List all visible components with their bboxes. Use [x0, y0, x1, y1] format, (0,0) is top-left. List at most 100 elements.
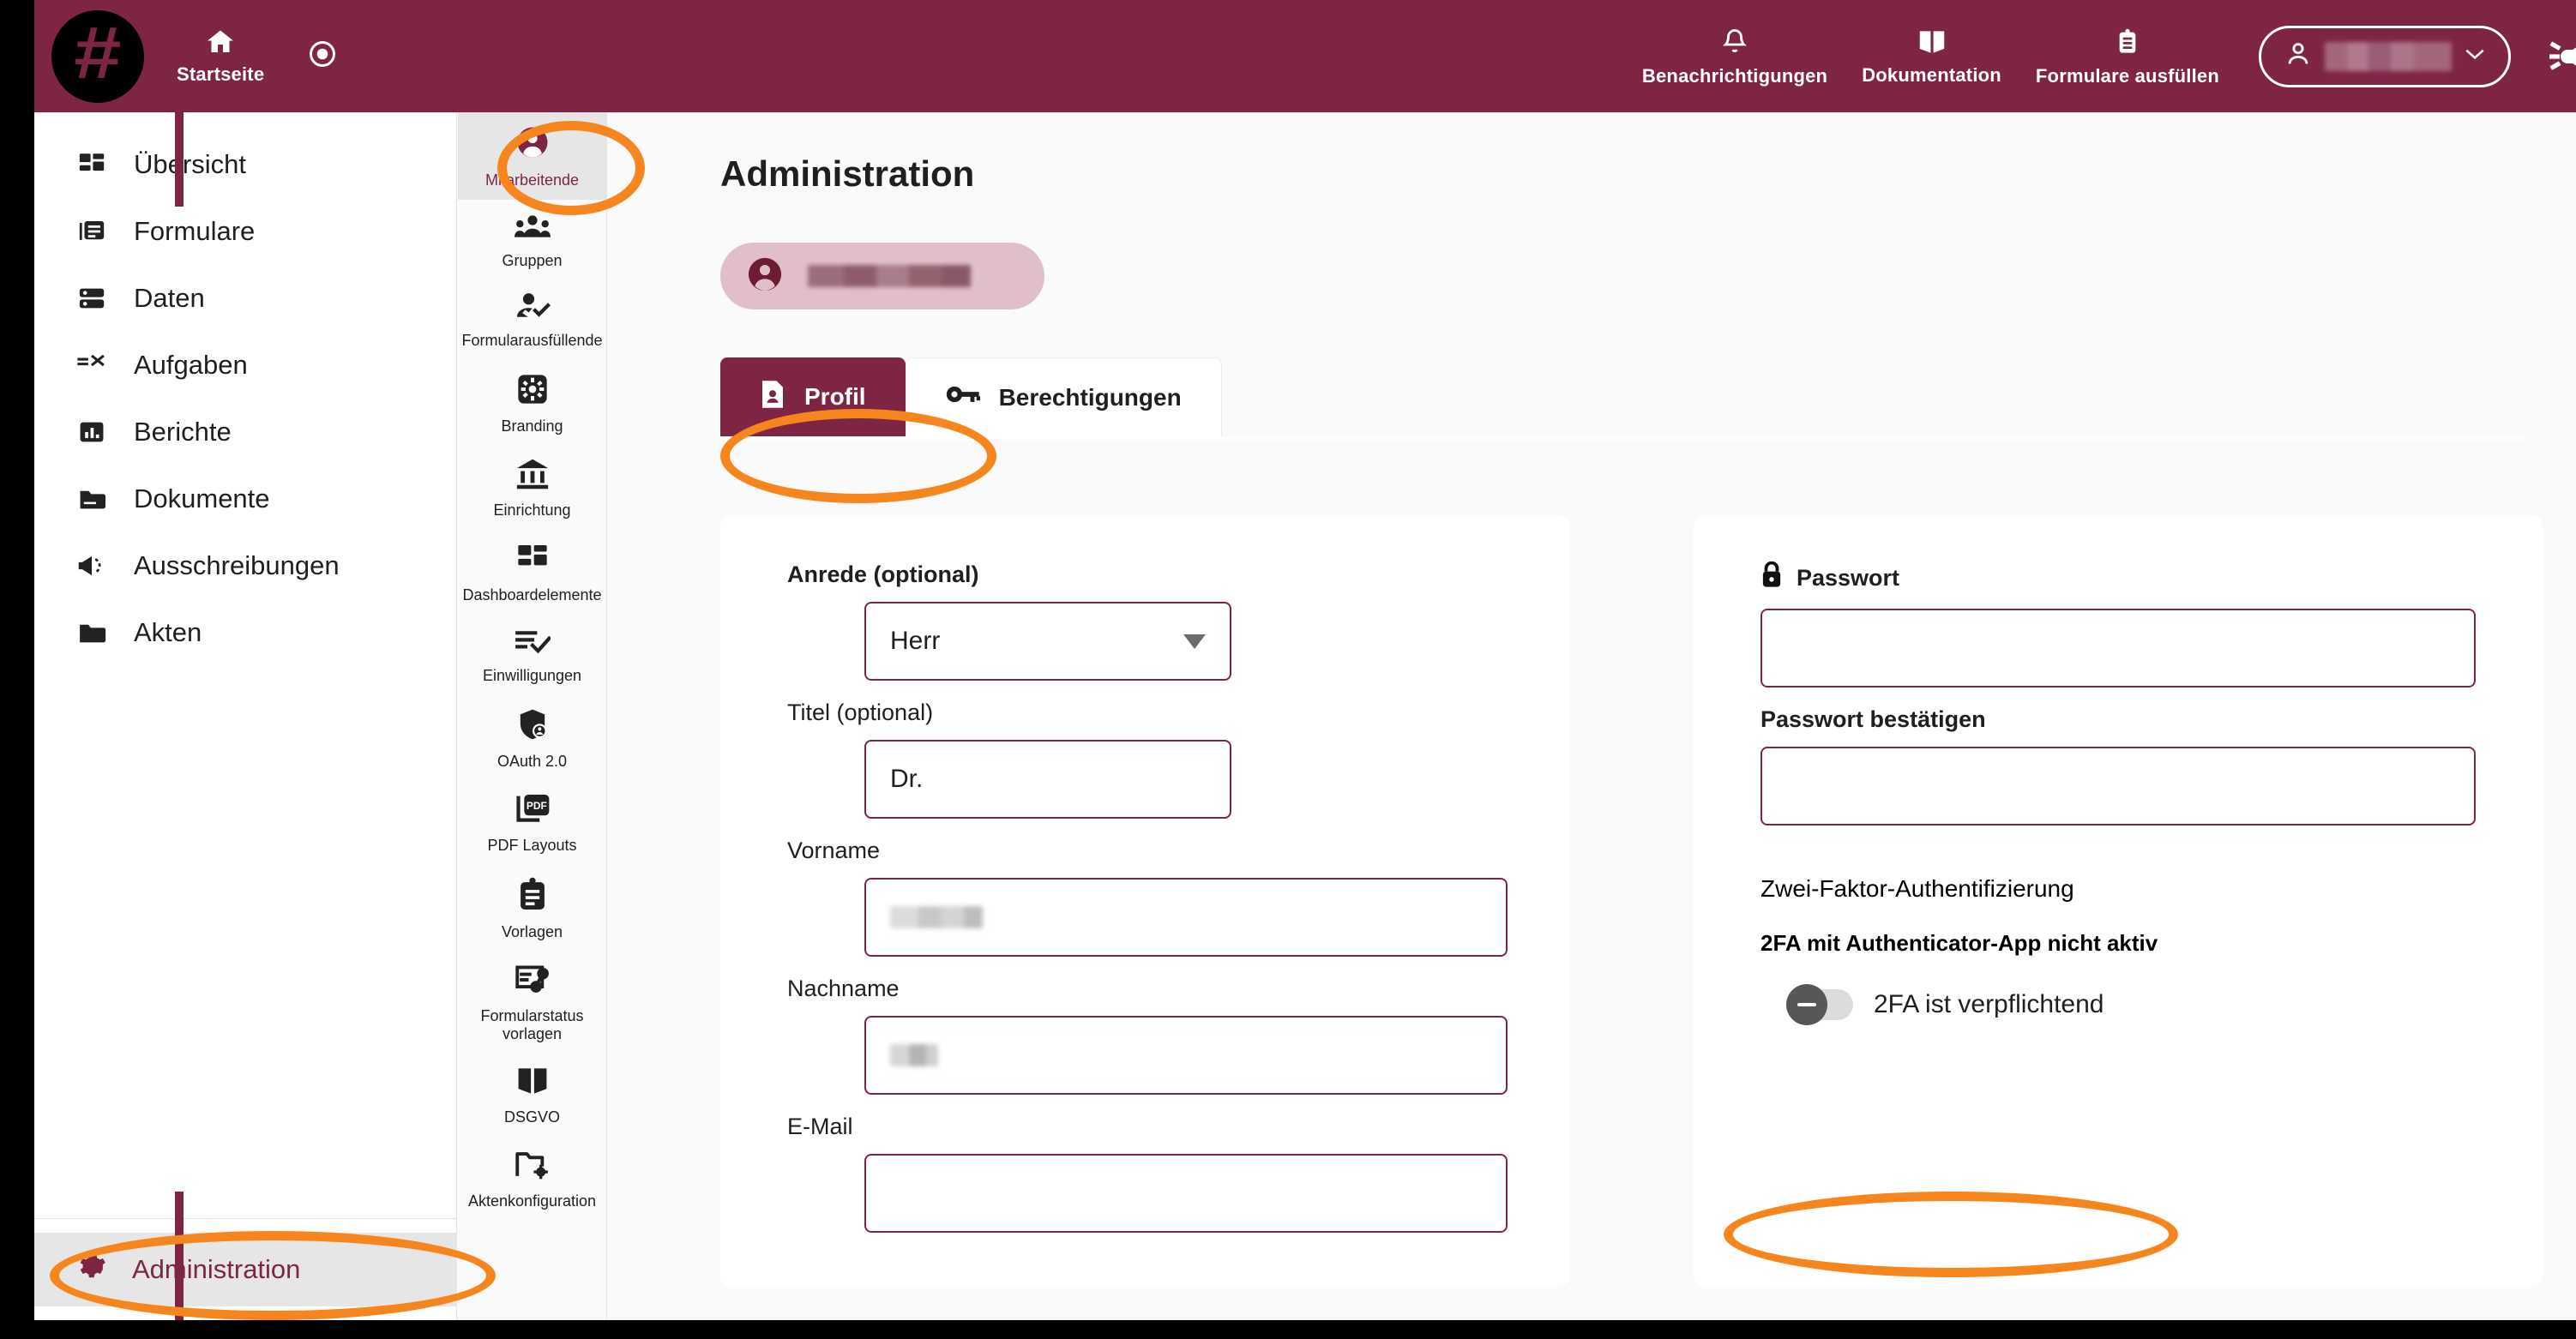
profile-card-icon [760, 379, 785, 416]
book-icon [1915, 26, 1949, 58]
sidebar-item-uebersicht[interactable]: Übersicht [34, 131, 456, 198]
subnav-item-label: Formularausfüllende [461, 332, 603, 350]
passwort-input[interactable] [1760, 609, 2476, 688]
sidebar-item-berichte[interactable]: Berichte [34, 399, 456, 465]
record-button[interactable] [281, 39, 364, 74]
home-icon [203, 27, 238, 57]
header-item-label: Dokumentation [1862, 64, 2001, 86]
subnav-item-formularstatus-vorlagen[interactable]: Formularstatus vorlagen [458, 952, 606, 1053]
selected-user-name-redacted [808, 265, 971, 287]
field-label-vorname: Vorname [787, 838, 881, 863]
twofa-status: 2FA mit Authenticator-App nicht aktiv [1760, 930, 2158, 956]
sidebar-item-label: Formulare [134, 216, 256, 246]
key-icon [946, 383, 980, 411]
passwort-bestaetigen-input[interactable] [1760, 747, 2476, 826]
field-label-titel: Titel (optional) [787, 700, 934, 725]
header-item-label: Startseite [177, 63, 265, 85]
sidebar-item-formulare[interactable]: Formulare [34, 198, 456, 265]
book-icon [515, 1065, 551, 1102]
user-check-icon [515, 291, 551, 325]
field-label-nachname: Nachname [787, 976, 900, 1001]
subnav-item-einrichtung[interactable]: Einrichtung [458, 446, 606, 530]
subnav-item-vorlagen[interactable]: Vorlagen [458, 864, 606, 952]
sidebar-item-label: Daten [134, 283, 205, 313]
subnav-item-einwilligungen[interactable]: Einwilligungen [458, 615, 606, 695]
folder-gear-icon [515, 1149, 551, 1186]
subnav-item-gruppen[interactable]: Gruppen [458, 200, 606, 280]
subnav-item-label: Dashboardelemente [462, 586, 602, 604]
subnav-item-aktenkonfiguration[interactable]: Aktenkonfiguration [458, 1137, 606, 1221]
header-item-formulare-ausfuellen[interactable]: Formulare ausfüllen [2019, 25, 2236, 87]
subnav-item-label: DSGVO [503, 1108, 560, 1126]
subnav-active-accent-bottom [175, 1192, 184, 1320]
sidebar-item-aufgaben[interactable]: Aufgaben [34, 332, 456, 399]
profile-tabs: Profil Berechtigungen [720, 357, 2576, 436]
subnav-item-mitarbeitende[interactable]: Mitarbeitende [458, 112, 606, 200]
subnav-active-accent-top [175, 112, 184, 207]
profile-cards-row: Anrede (optional) Herr Titel (optional) … [720, 515, 2576, 1287]
tab-profil[interactable]: Profil [720, 357, 906, 436]
chart-icon [75, 417, 108, 447]
folder-document-icon [75, 484, 108, 513]
sidebar-item-ausschreibungen[interactable]: Ausschreibungen [34, 532, 456, 599]
dashboard-icon [75, 150, 108, 179]
twofa-required-toggle[interactable] [1786, 984, 1853, 1025]
clipboard-list-icon [2114, 25, 2141, 59]
email-input[interactable] [864, 1154, 1508, 1233]
form-status-icon [515, 964, 551, 1000]
anrede-select[interactable]: Herr [864, 602, 1231, 681]
top-header: # Startseite Benachrichtigungen Dokument [34, 0, 2576, 112]
subnav-item-oauth[interactable]: OAuth 2.0 [458, 695, 606, 781]
people-group-icon [514, 212, 551, 245]
user-name-redacted [2325, 41, 2452, 71]
subnav-item-label: Einrichtung [493, 501, 571, 519]
application-window: # Startseite Benachrichtigungen Dokument [34, 0, 2576, 1320]
primary-sidebar: Übersicht Formulare Daten Aufgaben Beric… [34, 112, 457, 1320]
sidebar-item-dokumente[interactable]: Dokumente [34, 465, 456, 532]
selected-user-chip[interactable] [720, 243, 1044, 309]
sidebar-item-daten[interactable]: Daten [34, 265, 456, 332]
subnav-item-label: Formularstatus vorlagen [480, 1006, 584, 1042]
primary-sidebar-list: Übersicht Formulare Daten Aufgaben Beric… [34, 112, 456, 666]
subnav-item-pdf-layouts[interactable]: PDF PDF Layouts [458, 781, 606, 865]
twofa-required-label: 2FA ist verpflichtend [1874, 990, 2104, 1018]
subnav-item-branding[interactable]: Branding [458, 360, 606, 446]
subnav-item-label: Aktenkonfiguration [467, 1192, 597, 1210]
svg-text:PDF: PDF [526, 800, 546, 812]
megaphone-icon [2549, 38, 2576, 75]
tab-label: Berechtigungen [998, 383, 1182, 411]
subnav-item-label: Einwilligungen [482, 667, 582, 685]
main-content: Administration Profil Berechtigungen Anr… [608, 112, 2576, 1320]
header-item-startseite[interactable]: Startseite [159, 27, 281, 86]
announcement-button[interactable] [2511, 38, 2576, 75]
titel-value: Dr. [890, 765, 924, 793]
user-circle-icon [746, 255, 784, 297]
subnav-item-label: Branding [501, 417, 563, 435]
twofa-required-row[interactable]: 2FA ist verpflichtend [1786, 984, 2476, 1025]
header-item-label: Formulare ausfüllen [2035, 65, 2219, 87]
gear-icon [75, 1251, 106, 1288]
sidebar-item-administration[interactable]: Administration [34, 1233, 457, 1306]
app-logo[interactable]: # [51, 9, 144, 103]
twofa-title: Zwei-Faktor-Authentifizierung [1760, 875, 2074, 902]
vorname-input[interactable] [864, 878, 1508, 957]
subnav-item-dashboardelemente[interactable]: Dashboardelemente [458, 529, 606, 615]
user-circle-icon [515, 124, 551, 165]
titel-input[interactable]: Dr. [864, 740, 1231, 819]
field-label-anrede: Anrede (optional) [787, 561, 979, 587]
nachname-input[interactable] [864, 1016, 1508, 1095]
sidebar-item-label: Übersicht [134, 149, 246, 179]
subnav-item-label: Gruppen [502, 251, 563, 269]
user-menu-button[interactable] [2259, 25, 2511, 87]
sidebar-item-akten[interactable]: Akten [34, 599, 456, 666]
subnav-item-formularausfuellende[interactable]: Formularausfüllende [458, 279, 606, 360]
user-icon [2284, 38, 2313, 75]
header-item-benachrichtigungen[interactable]: Benachrichtigungen [1625, 25, 1845, 87]
tab-berechtigungen[interactable]: Berechtigungen [905, 357, 1222, 436]
tasks-icon [75, 352, 108, 378]
sidebar-item-label: Aufgaben [134, 350, 248, 380]
header-item-dokumentation[interactable]: Dokumentation [1845, 26, 2019, 87]
page-title: Administration [720, 153, 975, 194]
list-check-icon [515, 627, 551, 660]
subnav-item-dsgvo[interactable]: DSGVO [458, 1053, 606, 1137]
